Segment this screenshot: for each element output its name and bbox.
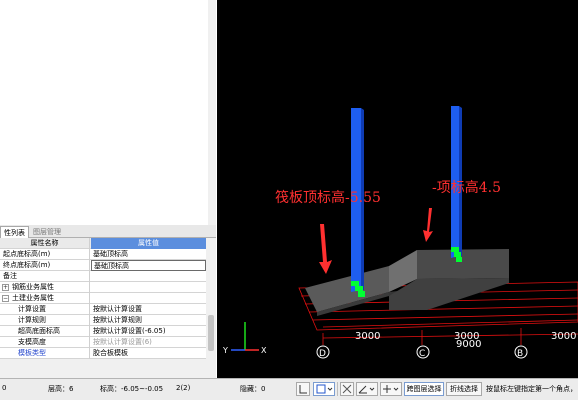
slab-upper-top: [417, 249, 509, 279]
rebar-marker: [351, 281, 359, 286]
rebar-marker: [355, 286, 363, 291]
status-elevation: 标高：-6.05~-0.05: [100, 385, 164, 393]
property-name: 终点底标高(m): [0, 260, 90, 271]
gizmo-y-label: Y: [222, 346, 228, 355]
property-value[interactable]: 胶合板模板: [91, 348, 206, 359]
property-row[interactable]: 模板类型 胶合板模板: [0, 348, 206, 359]
angle-snap-button[interactable]: [356, 382, 378, 396]
viewport-canvas: 筏板顶标高-5.55 -项标高4.5 3000 3000 9000 3000 D…: [222, 106, 578, 359]
property-name: 支模高度: [0, 337, 90, 348]
vertical-scrollbar-grid[interactable]: [207, 238, 216, 378]
grid-line: [312, 313, 578, 321]
property-row[interactable]: 备注: [0, 271, 206, 282]
axis-label-C: C: [419, 349, 425, 359]
property-name: 备注: [0, 271, 90, 282]
select-mode-button[interactable]: [313, 382, 335, 396]
left-panel: 性列表 图层管理 属性名称 属性值 起点底标高(m) 基础顶标高 终点底标高(m…: [0, 0, 216, 378]
panel-tabs: 性列表 图层管理: [0, 225, 216, 238]
component-tree-area: [0, 0, 216, 225]
property-row[interactable]: 计算规则 按默认计算规则: [0, 315, 206, 326]
cross-icon: [342, 384, 352, 394]
status-hidden-count: 隐藏：0: [240, 385, 266, 393]
property-name: 计算规则: [0, 315, 90, 326]
angle-icon: [358, 385, 375, 394]
header-value: 属性值: [91, 238, 206, 249]
property-row[interactable]: 超高底面标高 按默认计算设置(-6.05): [0, 326, 206, 337]
dimension-text: 3000: [551, 331, 576, 342]
arrow-right-icon: [423, 208, 433, 242]
status-bar: 0 层高：6 标高：-6.05~-0.05 2(2) 隐藏：0 跨图层选择 折线…: [0, 378, 578, 400]
cross-select-button[interactable]: [340, 382, 354, 396]
property-group-name: 钢筋业务属性: [0, 282, 90, 293]
select-box-icon: [316, 384, 333, 394]
gizmo-x-label: X: [261, 346, 267, 355]
cross-layer-select-button[interactable]: 跨图层选择: [404, 382, 444, 396]
property-row[interactable]: 计算设置 按默认计算设置: [0, 304, 206, 315]
header-name: 属性名称: [0, 238, 90, 249]
status-hint: 按鼠标左键指定第一个角点，: [486, 385, 577, 393]
property-grid-header: 属性名称 属性值: [0, 238, 206, 249]
property-name: 模板类型: [0, 348, 90, 359]
axis-bubbles: D C B: [316, 345, 528, 359]
toolbar-separator: [337, 382, 338, 396]
annotation-left: 筏板顶标高-5.55: [275, 189, 381, 206]
property-value[interactable]: 按默认计算设置(-6.05): [91, 326, 206, 337]
snap-point-icon: [383, 385, 399, 393]
tab-layer-management[interactable]: 图层管理: [30, 226, 64, 238]
axis-gizmo: Y X: [222, 322, 267, 355]
property-group-row[interactable]: + 钢筋业务属性: [0, 282, 206, 293]
axis-label-B: B: [517, 349, 523, 359]
property-row[interactable]: 起点底标高(m) 基础顶标高: [0, 249, 206, 260]
ortho-snap-button[interactable]: [296, 382, 310, 396]
property-group-row[interactable]: − 土建业务属性: [0, 293, 206, 304]
property-value[interactable]: 基础顶标高: [91, 249, 206, 260]
rebar-marker: [456, 257, 462, 262]
property-value[interactable]: 按默认计算规则: [91, 315, 206, 326]
property-value: [91, 293, 206, 304]
property-name: 起点底标高(m): [0, 249, 90, 260]
property-row[interactable]: 终点底标高(m) 基础顶标高: [0, 260, 206, 271]
status-selection-count: 2(2): [176, 384, 191, 392]
property-name: 超高底面标高: [0, 326, 90, 337]
arrow-left-icon: [319, 224, 332, 274]
property-value[interactable]: 按默认计算设置: [91, 304, 206, 315]
property-group-name: 土建业务属性: [0, 293, 90, 304]
property-value: [91, 282, 206, 293]
rebar-marker: [451, 247, 459, 252]
point-snap-button[interactable]: [380, 382, 402, 396]
rebar-marker: [454, 252, 461, 257]
polyline-select-button[interactable]: 折线选择: [446, 382, 482, 396]
annotation-right: -项标高4.5: [432, 179, 501, 196]
tab-property-list[interactable]: 性列表: [0, 226, 29, 238]
dimension-text-total: 9000: [456, 339, 481, 350]
property-name: 计算设置: [0, 304, 90, 315]
scrollbar-thumb[interactable]: [208, 315, 214, 351]
property-value[interactable]: 按默认计算设置(6): [91, 337, 206, 348]
stepped-slab: [305, 249, 509, 316]
rebar-marker: [358, 291, 365, 297]
ortho-icon: [299, 385, 307, 394]
status-zero: 0: [2, 384, 7, 392]
axis-label-D: D: [319, 349, 326, 359]
vertical-scrollbar-top[interactable]: [208, 0, 216, 225]
status-floor-height: 层高：6: [48, 385, 74, 393]
3d-viewport[interactable]: 筏板顶标高-5.55 -项标高4.5 3000 3000 9000 3000 D…: [217, 0, 578, 378]
dimension-text: 3000: [355, 331, 380, 342]
property-value[interactable]: [91, 271, 206, 282]
property-value-input[interactable]: 基础顶标高: [91, 260, 206, 271]
property-row[interactable]: 支模高度 按默认计算设置(6): [0, 337, 206, 348]
